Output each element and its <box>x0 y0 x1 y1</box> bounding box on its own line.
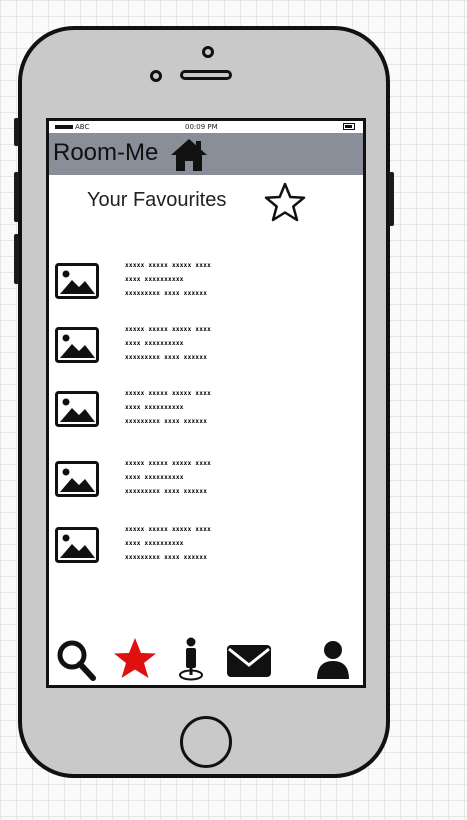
description-line: xxxx xxxxxxxxxx <box>125 276 184 283</box>
favourite-item[interactable]: xxxxx xxxxx xxxxx xxxx xxxx xxxxxxxxxx x… <box>55 523 345 569</box>
user-icon[interactable] <box>309 635 357 683</box>
description-line: xxxxx xxxxx xxxxx xxxx <box>125 526 212 533</box>
battery-icon <box>343 123 355 130</box>
description-line: xxxxxxxxx xxxx xxxxxx <box>125 290 208 297</box>
description-line: xxxx xxxxxxxxxx <box>125 540 184 547</box>
description-line: xxxxxxxxx xxxx xxxxxx <box>125 418 208 425</box>
home-icon[interactable] <box>169 137 209 173</box>
side-button-volume-down <box>14 234 19 284</box>
item-description: xxxxx xxxxx xxxxx xxxx xxxx xxxxxxxxxx x… <box>125 323 335 365</box>
app-header: Room-Me <box>49 133 363 175</box>
item-description: xxxxx xxxxx xxxxx xxxx xxxx xxxxxxxxxx x… <box>125 387 335 429</box>
app-screen: ABC 00:09 PM Room-Me Your Favourites xxx… <box>46 118 366 688</box>
image-placeholder-icon <box>55 263 99 299</box>
item-description: xxxxx xxxxx xxxxx xxxx xxxx xxxxxxxxxx x… <box>125 523 335 565</box>
favourite-item[interactable]: xxxxx xxxxx xxxxx xxxx xxxx xxxxxxxxxx x… <box>55 259 345 305</box>
app-title: Room-Me <box>53 139 159 166</box>
side-button-power <box>389 172 394 226</box>
description-line: xxxxx xxxxx xxxxx xxxx <box>125 326 212 333</box>
image-placeholder-icon <box>55 461 99 497</box>
favourite-item[interactable]: xxxxx xxxxx xxxxx xxxx xxxx xxxxxxxxxx x… <box>55 387 345 433</box>
side-button-mute <box>14 118 19 146</box>
front-camera <box>202 46 214 58</box>
item-description: xxxxx xxxxx xxxxx xxxx xxxx xxxxxxxxxx x… <box>125 457 335 499</box>
description-line: xxxxx xxxxx xxxxx xxxx <box>125 460 212 467</box>
phone-frame: ABC 00:09 PM Room-Me Your Favourites xxx… <box>14 26 394 778</box>
description-line: xxxx xxxxxxxxxx <box>125 340 184 347</box>
star-icon[interactable] <box>111 635 159 683</box>
description-line: xxxx xxxxxxxxxx <box>125 474 184 481</box>
image-placeholder-icon <box>55 527 99 563</box>
favourite-item[interactable]: xxxxx xxxxx xxxxx xxxx xxxx xxxxxxxxxx x… <box>55 323 345 369</box>
star-outline-icon[interactable] <box>263 181 307 223</box>
description-line: xxxx xxxxxxxxxx <box>125 404 184 411</box>
status-bar: ABC 00:09 PM <box>49 121 363 133</box>
favourite-item[interactable]: xxxxx xxxxx xxxxx xxxx xxxx xxxxxxxxxx x… <box>55 457 345 503</box>
bottom-tab-bar <box>49 635 363 685</box>
speaker-grille <box>180 70 232 80</box>
location-person-icon[interactable] <box>167 635 215 683</box>
mail-icon[interactable] <box>225 635 273 683</box>
description-line: xxxxx xxxxx xxxxx xxxx <box>125 262 212 269</box>
description-line: xxxxx xxxxx xxxxx xxxx <box>125 390 212 397</box>
page-title: Your Favourites <box>87 189 227 211</box>
carrier-label: ABC <box>75 123 90 131</box>
image-placeholder-icon <box>55 391 99 427</box>
item-description: xxxxx xxxxx xxxxx xxxx xxxx xxxxxxxxxx x… <box>125 259 335 301</box>
proximity-sensor <box>150 70 162 82</box>
description-line: xxxxxxxxx xxxx xxxxxx <box>125 354 208 361</box>
signal-icon <box>55 125 73 129</box>
status-time: 00:09 PM <box>185 123 218 131</box>
home-button[interactable] <box>180 716 232 768</box>
carrier-indicator: ABC <box>55 121 89 133</box>
search-icon[interactable] <box>53 635 101 683</box>
image-placeholder-icon <box>55 327 99 363</box>
description-line: xxxxxxxxx xxxx xxxxxx <box>125 488 208 495</box>
description-line: xxxxxxxxx xxxx xxxxxx <box>125 554 208 561</box>
side-button-volume-up <box>14 172 19 222</box>
